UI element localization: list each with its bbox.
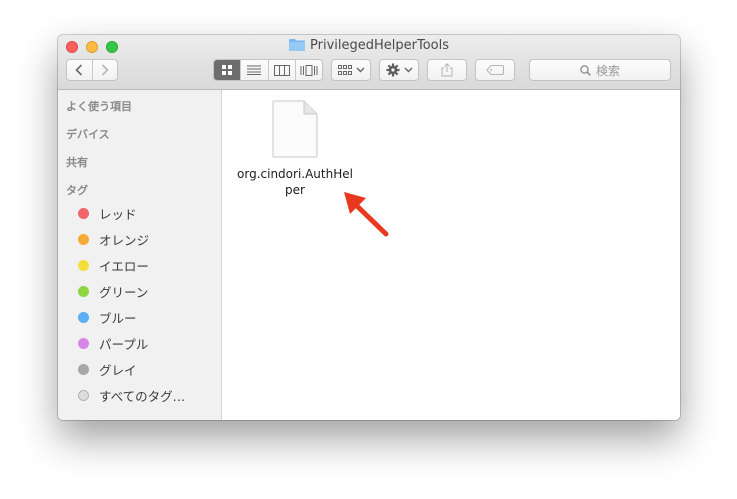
sidebar-tag-label: オレンジ bbox=[99, 233, 150, 248]
sidebar: よく使う項目 デバイス 共有 タグ レッド オレンジ イエロー グリーン ブルー… bbox=[58, 90, 222, 420]
sidebar-tag-gray[interactable]: グレイ bbox=[78, 360, 137, 379]
search-placeholder: 検索 bbox=[595, 63, 620, 78]
nav-buttons bbox=[66, 59, 118, 81]
tag-icon bbox=[486, 65, 504, 75]
folder-icon bbox=[289, 38, 305, 55]
document-icon bbox=[272, 100, 318, 158]
chevron-down-icon bbox=[356, 67, 364, 73]
action-button[interactable] bbox=[379, 59, 419, 81]
sidebar-tag-blue[interactable]: ブルー bbox=[78, 308, 137, 327]
view-mode-control bbox=[213, 59, 323, 81]
sidebar-tag-all[interactable]: すべてのタグ… bbox=[78, 386, 185, 405]
tag-color-dot bbox=[78, 208, 89, 219]
sidebar-section-favorites[interactable]: よく使う項目 bbox=[66, 98, 132, 114]
chevron-left-icon bbox=[75, 64, 83, 76]
chevron-right-icon bbox=[101, 64, 109, 76]
sidebar-tag-label: レッド bbox=[99, 207, 137, 222]
annotation-arrow-icon bbox=[344, 192, 389, 237]
all-tags-icon bbox=[78, 390, 89, 401]
file-name: org.cindori.AuthHelper bbox=[237, 167, 353, 197]
sidebar-tag-red[interactable]: レッド bbox=[78, 204, 137, 223]
sidebar-tag-orange[interactable]: オレンジ bbox=[78, 230, 149, 249]
sidebar-tag-yellow[interactable]: イエロー bbox=[78, 256, 149, 275]
tag-color-dot bbox=[78, 286, 89, 297]
grid-icon bbox=[222, 65, 233, 75]
tag-color-dot bbox=[78, 338, 89, 349]
tag-color-dot bbox=[78, 312, 89, 323]
arrange-button[interactable] bbox=[331, 59, 371, 81]
sidebar-tag-green[interactable]: グリーン bbox=[78, 282, 148, 301]
search-icon bbox=[580, 64, 591, 76]
sidebar-section-tags[interactable]: タグ bbox=[66, 182, 88, 198]
view-column-button[interactable] bbox=[267, 60, 295, 80]
list-icon bbox=[247, 65, 262, 75]
sidebar-tag-label: パープル bbox=[99, 337, 149, 352]
back-button[interactable] bbox=[67, 60, 92, 80]
sidebar-tag-purple[interactable]: パープル bbox=[78, 334, 148, 353]
window-title-text: PrivilegedHelperTools bbox=[310, 38, 449, 53]
coverflow-icon bbox=[300, 64, 318, 76]
sidebar-tag-label: グリーン bbox=[99, 285, 149, 300]
file-item[interactable]: org.cindori.AuthHelper bbox=[230, 100, 360, 198]
forward-button[interactable] bbox=[91, 60, 118, 80]
tag-color-dot bbox=[78, 364, 89, 375]
columns-icon bbox=[273, 64, 290, 76]
sidebar-tag-label: グレイ bbox=[99, 363, 137, 378]
arrange-grid-icon bbox=[337, 64, 352, 75]
tag-button[interactable] bbox=[475, 59, 515, 81]
tag-color-dot bbox=[78, 234, 89, 245]
file-browser-content: org.cindori.AuthHelper bbox=[222, 90, 680, 420]
chevron-down-icon bbox=[404, 67, 412, 73]
sidebar-tag-label: ブルー bbox=[99, 311, 137, 326]
share-button[interactable] bbox=[427, 59, 467, 81]
sidebar-tag-label: すべてのタグ… bbox=[99, 389, 186, 404]
sidebar-tag-label: イエロー bbox=[99, 259, 149, 274]
sidebar-section-shared[interactable]: 共有 bbox=[66, 154, 88, 170]
view-icon-button[interactable] bbox=[214, 60, 241, 80]
view-coverflow-button[interactable] bbox=[294, 60, 322, 80]
tag-color-dot bbox=[78, 260, 89, 271]
gear-icon bbox=[386, 63, 399, 77]
view-list-button[interactable] bbox=[240, 60, 267, 80]
share-icon bbox=[441, 63, 453, 77]
window-title: PrivilegedHelperTools bbox=[58, 38, 680, 55]
title-bar: PrivilegedHelperTools 検索 bbox=[58, 35, 680, 90]
search-field[interactable]: 検索 bbox=[529, 59, 671, 81]
sidebar-section-devices[interactable]: デバイス bbox=[66, 126, 110, 142]
